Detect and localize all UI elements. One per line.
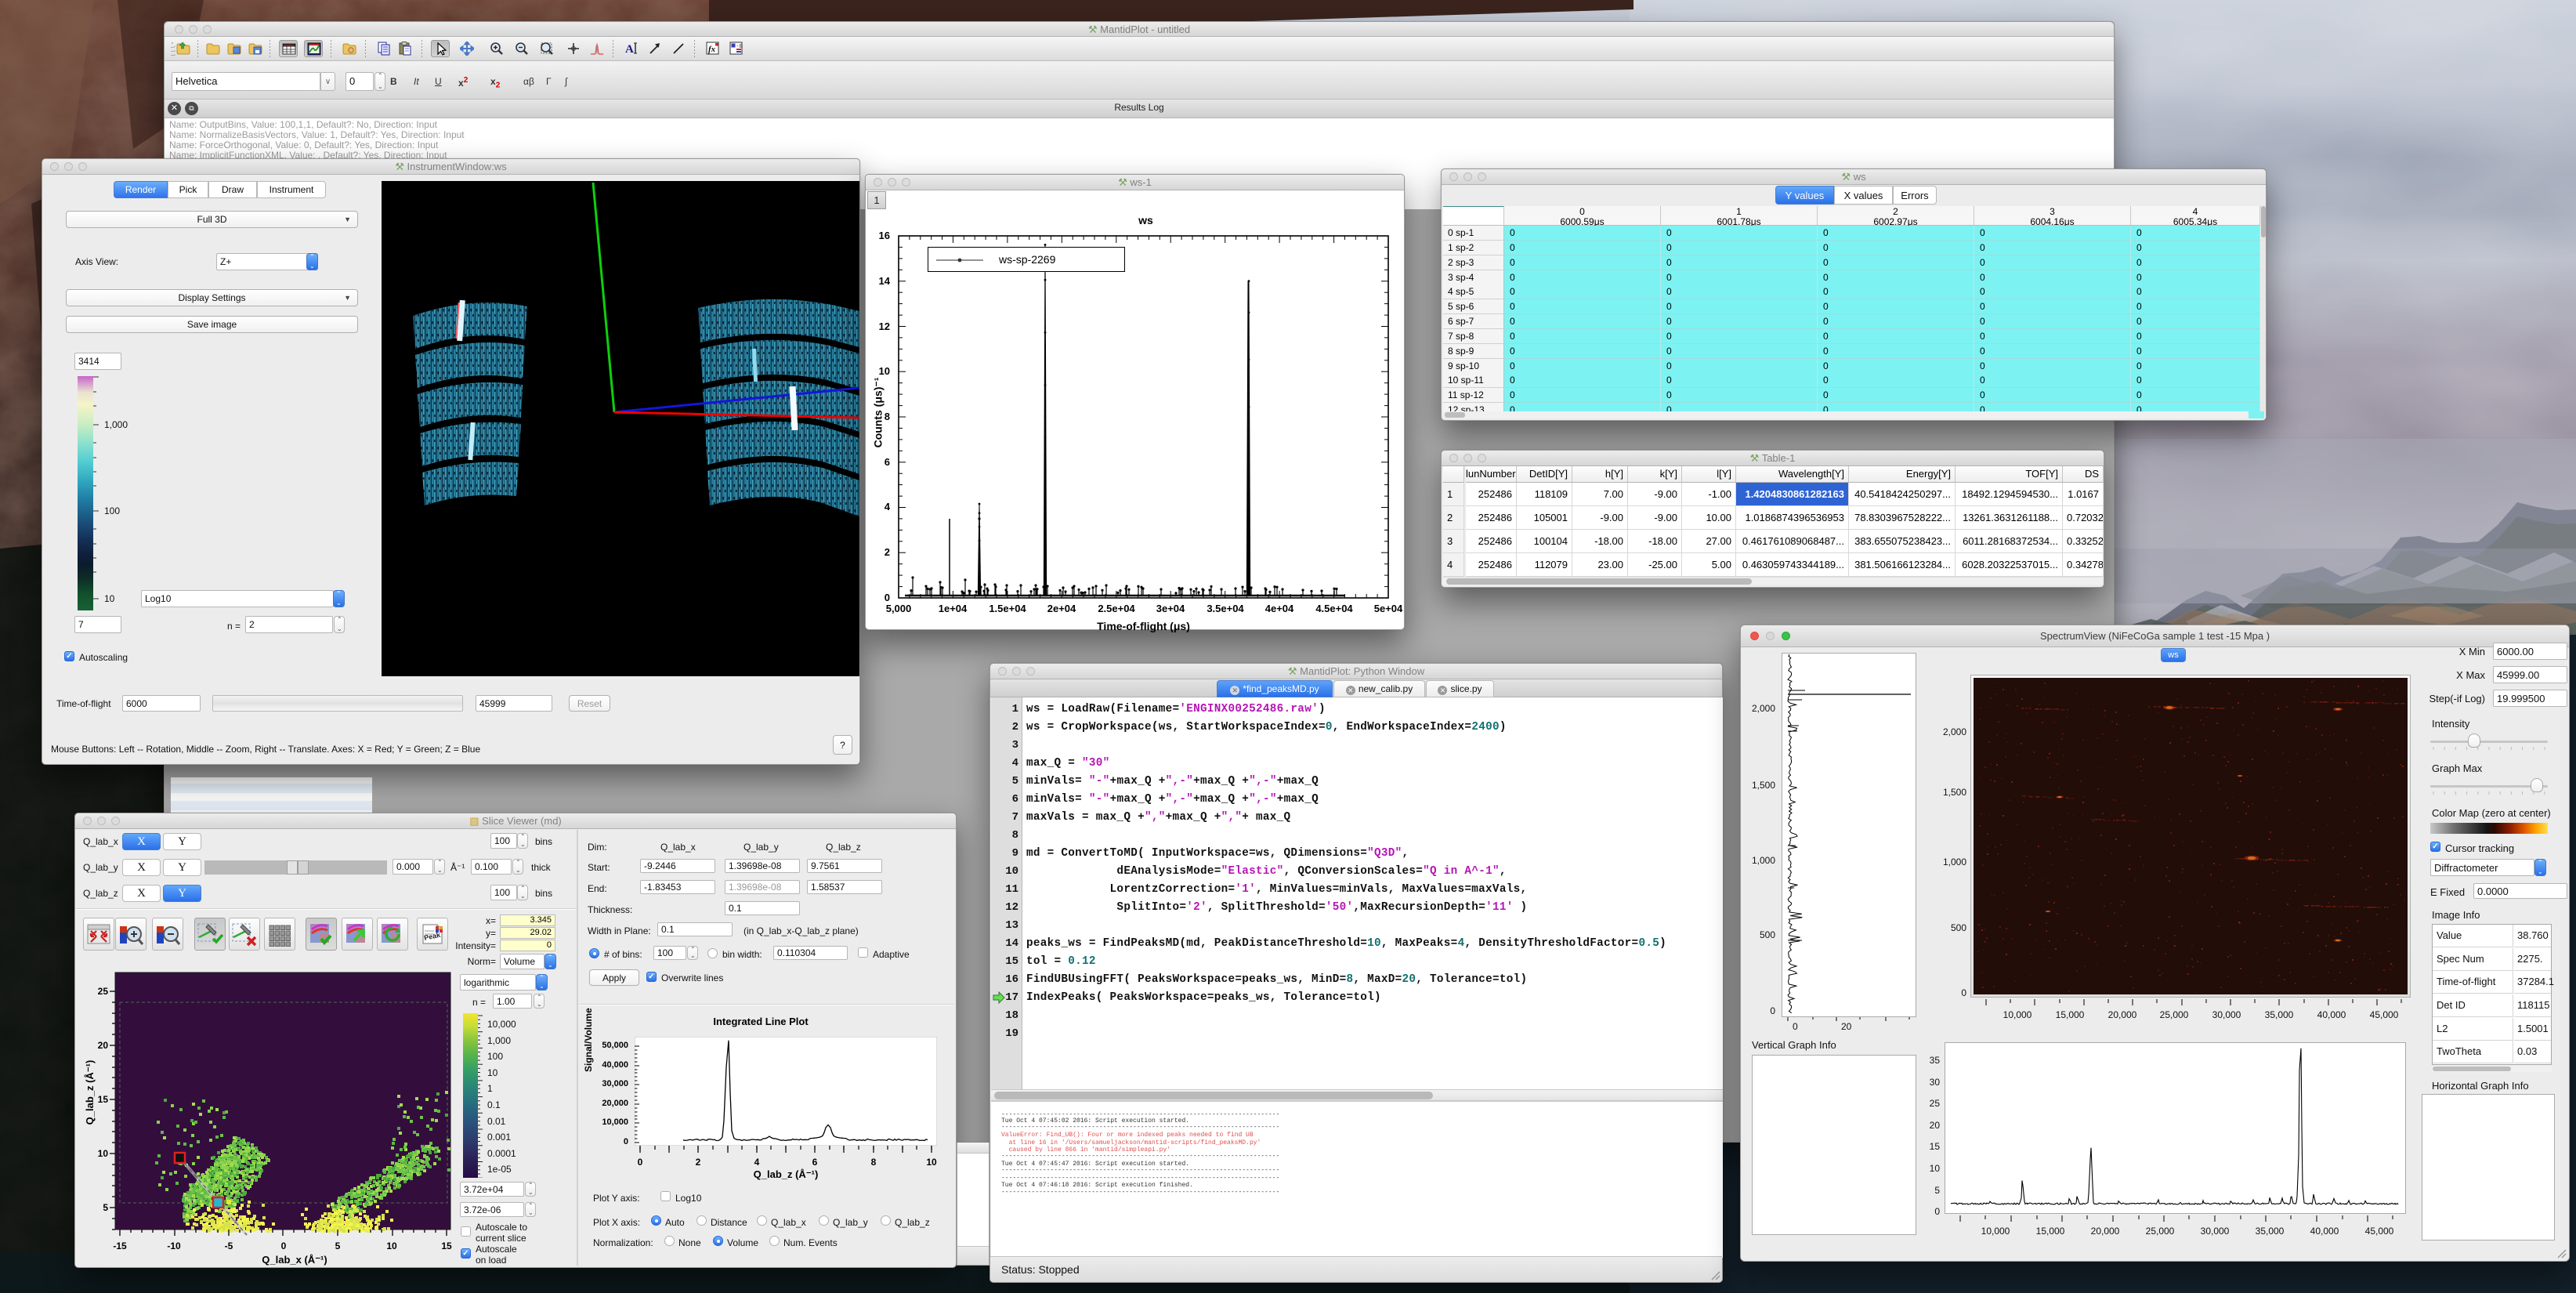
svg-text:fx: fx: [708, 45, 716, 54]
svg-text:A: A: [625, 43, 634, 56]
svg-text:-B: -B: [736, 44, 743, 50]
